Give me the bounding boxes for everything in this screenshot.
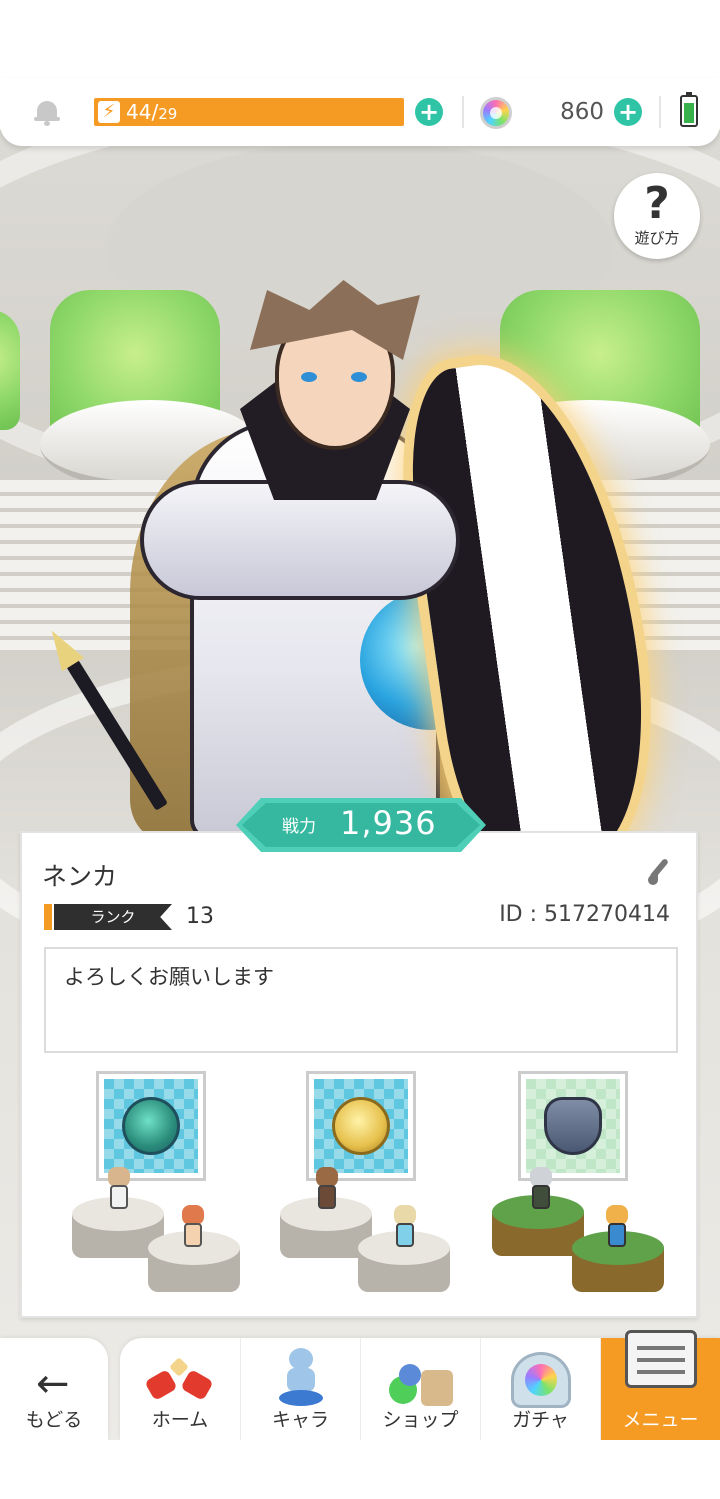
pixel-character-sprite — [600, 1205, 634, 1249]
formation-slot-3[interactable] — [466, 1071, 666, 1311]
pixel-character-sprite — [388, 1205, 422, 1249]
battery-icon — [680, 92, 698, 127]
green-bush — [0, 310, 20, 430]
pixel-character-sprite — [176, 1205, 210, 1249]
divider — [659, 96, 661, 128]
emblem-frame — [306, 1071, 416, 1181]
rank-label: ランク — [54, 904, 172, 930]
notification-bell-icon[interactable] — [34, 98, 60, 126]
formation-slot-2[interactable] — [254, 1071, 454, 1311]
nav-strip: ホーム キャラ ショップ ガチャ メニュー — [120, 1330, 720, 1440]
desert-orb-icon — [332, 1097, 390, 1155]
player-id: ID : 517270414 — [499, 902, 670, 927]
player-name: ネンカ — [42, 862, 118, 891]
rank-value: 13 — [186, 904, 214, 929]
help-button[interactable]: ? 遊び方 — [614, 173, 700, 259]
add-stamina-button[interactable]: + — [415, 98, 443, 126]
nav-character[interactable]: キャラ — [240, 1338, 360, 1440]
nav-home[interactable]: ホーム — [120, 1338, 240, 1440]
help-label: 遊び方 — [634, 229, 680, 247]
divider — [462, 96, 464, 128]
stamina-max: 29 — [158, 105, 178, 123]
edit-brush-icon[interactable] — [644, 857, 674, 887]
rainbow-gem-icon — [480, 97, 512, 129]
emblem-frame — [96, 1071, 206, 1181]
forest-orb-icon — [122, 1097, 180, 1155]
formation-slot-1[interactable] — [44, 1071, 244, 1311]
stamina-current: 44 — [126, 100, 152, 124]
back-button[interactable]: ← もどる — [0, 1338, 108, 1440]
nav-menu[interactable]: メニュー — [600, 1330, 720, 1440]
power-badge: 戦力 1,936 — [236, 798, 486, 852]
hero-character-illustration — [66, 260, 690, 883]
nav-character-label: キャラ — [271, 1409, 329, 1431]
pixel-character-sprite — [524, 1167, 558, 1211]
hero-eye — [301, 372, 317, 382]
menu-icon — [621, 1330, 701, 1392]
add-gems-button[interactable]: + — [614, 98, 642, 126]
battery-level — [684, 103, 694, 123]
nav-shop-label: ショップ — [382, 1409, 459, 1431]
lightning-icon: ⚡ — [98, 101, 120, 123]
bottom-navigation: ← もどる ホーム キャラ ショップ ガチャ メニュー — [0, 1330, 720, 1440]
hero-eye — [351, 372, 367, 382]
shield-icon — [544, 1097, 602, 1155]
nav-gacha-label: ガチャ — [512, 1409, 569, 1431]
greeting-message: よろしくお願いします — [44, 947, 678, 1053]
back-arrow-icon: ← — [36, 1361, 70, 1407]
gem-count: 860 — [560, 99, 604, 125]
shop-icon — [387, 1358, 457, 1410]
gacha-icon — [507, 1348, 575, 1412]
rank-accent — [44, 904, 52, 930]
power-label: 戦力 — [282, 817, 316, 837]
power-value: 1,936 — [340, 804, 437, 842]
nav-menu-label: メニュー — [622, 1409, 699, 1431]
stamina-bar: ⚡ 44/29 — [94, 98, 404, 126]
system-navigation-area — [0, 1440, 720, 1499]
profile-panel: ネンカ ランク 13 ID : 517270414 よろしくお願いします — [20, 831, 698, 1318]
nav-gacha[interactable]: ガチャ — [480, 1338, 600, 1440]
stamina-text: 44/29 — [126, 100, 177, 126]
character-icon — [279, 1348, 323, 1410]
nav-home-label: ホーム — [151, 1409, 209, 1431]
status-bar: ⚡ 44/29 + 860 + — [0, 78, 720, 146]
emblem-frame — [518, 1071, 628, 1181]
pixel-character-sprite — [310, 1167, 344, 1211]
home-icon — [144, 1357, 216, 1406]
nav-shop[interactable]: ショップ — [360, 1338, 480, 1440]
pixel-character-sprite — [102, 1167, 136, 1211]
back-label: もどる — [25, 1409, 83, 1431]
question-mark-icon: ? — [644, 178, 670, 229]
